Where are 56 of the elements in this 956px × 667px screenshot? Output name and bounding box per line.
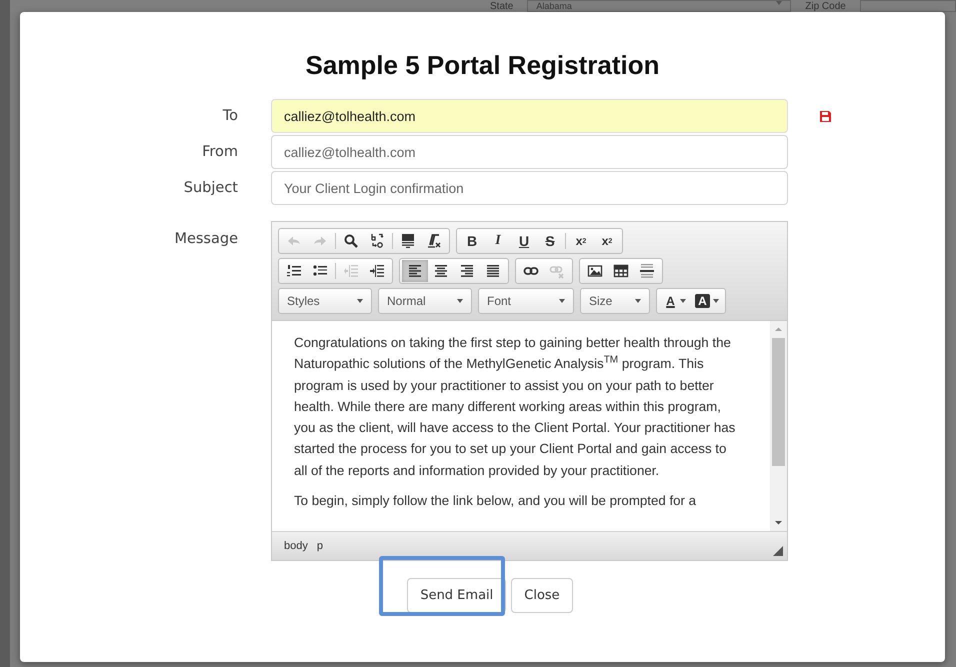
scrollbar[interactable] (770, 321, 787, 531)
scrollbar-thumb[interactable] (772, 338, 785, 466)
strike-button[interactable]: S (537, 230, 563, 252)
toolbar-button[interactable] (402, 260, 428, 282)
text-color-button[interactable]: A (659, 290, 691, 312)
numbered-list-icon (286, 263, 302, 279)
caret-icon (457, 299, 463, 303)
bold-button[interactable]: B (459, 230, 485, 252)
message-paragraph: To begin, simply follow the link below, and you will be prompted for a (294, 492, 698, 510)
select-all-icon (400, 233, 416, 249)
horizontal-rule-icon (639, 263, 655, 279)
caret-icon (635, 299, 641, 303)
outdent-icon (343, 263, 359, 279)
caret-icon (559, 299, 565, 303)
remove-format-icon (426, 233, 442, 249)
table-icon (613, 263, 629, 279)
message-paragraph: Congratulations on taking the first step to gaining better health through the Naturopathic solutions of the MethylGenetic Analysis$^{TM}$ program. This program is used by your practitioner to assist you on your path to better health. While there are many different working areas within this program, you as the client, will have access to the Client Portal. Your practitioner has started the process for you to set up your Client Portal and gain access to all of the reports and information provided by your practitioner. (294, 334, 736, 480)
search-icon (343, 233, 359, 249)
unlink-icon (549, 263, 565, 279)
style-dropdown[interactable]: Normal (381, 289, 469, 313)
save-icon[interactable] (820, 110, 831, 122)
email-field[interactable]: calliez@tolhealth.com (271, 99, 788, 133)
style-dropdown[interactable]: Styles (281, 289, 369, 313)
caret-icon (712, 299, 719, 303)
element-path-link[interactable]: body (284, 540, 308, 552)
align-right-icon (459, 263, 475, 279)
background-color-button[interactable]: A (691, 290, 723, 312)
email-field[interactable]: Your Client Login confirmation (271, 171, 788, 205)
element-path-link[interactable]: p (316, 540, 323, 552)
resize-grip-icon[interactable] (773, 546, 783, 556)
field-label: State (490, 2, 514, 12)
style-dropdown[interactable]: Size (583, 289, 647, 313)
justify-icon (485, 263, 501, 279)
style-dropdown[interactable]: Font (481, 289, 571, 313)
replace-icon (369, 233, 385, 249)
email-field[interactable]: calliez@tolhealth.com (271, 135, 788, 169)
scroll-down-icon[interactable] (774, 518, 783, 527)
send-button[interactable]: Send Email (407, 578, 506, 613)
field-label: To (222, 108, 238, 124)
text-field[interactable] (860, 0, 956, 12)
field-label: From (201, 144, 238, 160)
close-button[interactable]: Close (511, 578, 573, 613)
underline-button[interactable]: U (511, 230, 537, 252)
rich-text-editor[interactable] (271, 221, 788, 561)
field-label: Zip Code (805, 2, 846, 12)
caret-icon (357, 299, 363, 303)
indent-icon (369, 263, 385, 279)
caret-icon (680, 299, 686, 303)
image-icon (587, 263, 603, 279)
align-center-icon (433, 263, 449, 279)
italic-button[interactable]: I (485, 230, 511, 252)
dialog-title: Sample 5 Portal Registration (304, 50, 660, 81)
script-button[interactable]: x$^{2}$ (594, 230, 620, 252)
align-left-icon (407, 263, 423, 279)
field-label: Message (173, 230, 238, 247)
field-label: Subject (182, 180, 238, 196)
